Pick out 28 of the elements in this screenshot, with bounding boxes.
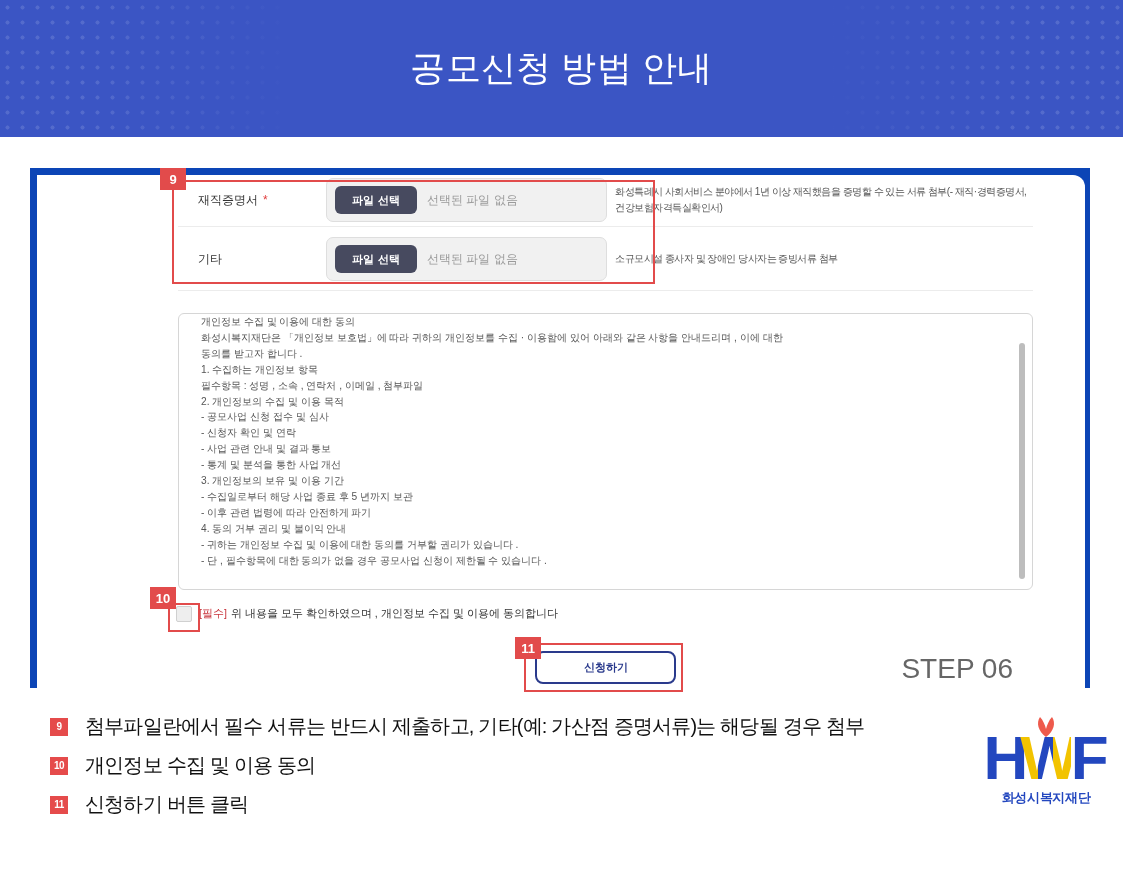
consent-textarea[interactable]: 개인정보 수집 및 이용에 대한 동의 화성시복지재단은 「개인정보 보호법」에 따라 귀하의 개인정보를 수집 · 이용함에 있어 아래와 같은 사항을 안내드리며 , 이에 대한 동의를 받고자 합니다 . 1. 수집하는 개인정보 항목 필수항목 : 성명 , 소속 , 연락처 , 이메일 , 첨부파일 2. 개인정보의 수집 및 이용 목적 - 공모사업 신청 접수 및 심사 - 신청자 확인 및 연락 - 사업 관련 안내 및 결과 통보 - 통계 및 분석을 통한 사업 개선 3. 개인정보의 보유 및 이용 기간 - 수집일로부터 해당 사업 종료 후 5 년까지 보관 - 이후 관련 법령에 따라 안전하게 파기 4. 동의 거부 권리 및 불이익 안내 - 귀하는 개인정보 수집 및 이용에 대한 동의를 거부할 권리가 있습니다 . - 단 , 필수항목에 대한 동의가 없을 경우 공모사업 신청이 제한될 수 있습니다 . xyxy=(178,313,1033,590)
callout-number: 10 xyxy=(150,587,176,609)
consent-label: 위 내용을 모두 확인하였으며 , 개인정보 수집 및 이용에 동의합니다 xyxy=(230,607,558,621)
callout-number: 11 xyxy=(515,637,541,659)
scrollbar[interactable] xyxy=(1019,343,1025,579)
petal-icon xyxy=(1035,717,1057,737)
field-label: 재직증명서 xyxy=(198,191,258,209)
file-input-field[interactable]: 파일 선택 선택된 파일 없음 xyxy=(326,237,607,281)
step-number: 10 xyxy=(50,756,68,775)
file-placeholder: 선택된 파일 없음 xyxy=(427,191,518,209)
instruction-text: 신청하기 버튼 클릭 xyxy=(85,792,249,817)
organization-name: 화성시복지재단 xyxy=(1001,789,1091,807)
submit-button[interactable]: 신청하기 xyxy=(535,651,676,684)
field-label: 기타 xyxy=(198,250,222,268)
step-label: STEP 06 xyxy=(901,654,1013,684)
file-select-button[interactable]: 파일 선택 xyxy=(335,245,417,273)
step-number: 11 xyxy=(50,795,68,814)
file-input-field[interactable]: 파일 선택 선택된 파일 없음 xyxy=(326,178,607,222)
required-mark: * xyxy=(263,193,268,207)
instruction-text: 개인정보 수집 및 이용 동의 xyxy=(85,753,316,778)
step-number: 9 xyxy=(50,717,68,736)
file-placeholder: 선택된 파일 없음 xyxy=(427,250,518,268)
instruction-text: 첨부파일란에서 필수 서류는 반드시 제출하고, 기타(예: 가산점 증명서류)는 해당될 경우 첨부 xyxy=(85,714,865,739)
page-title: 공모신청 방법 안내 xyxy=(410,47,713,89)
required-tag: [필수] xyxy=(199,607,227,621)
checkbox[interactable] xyxy=(176,606,192,622)
callout-number: 9 xyxy=(160,168,186,190)
file-select-button[interactable]: 파일 선택 xyxy=(335,186,417,214)
